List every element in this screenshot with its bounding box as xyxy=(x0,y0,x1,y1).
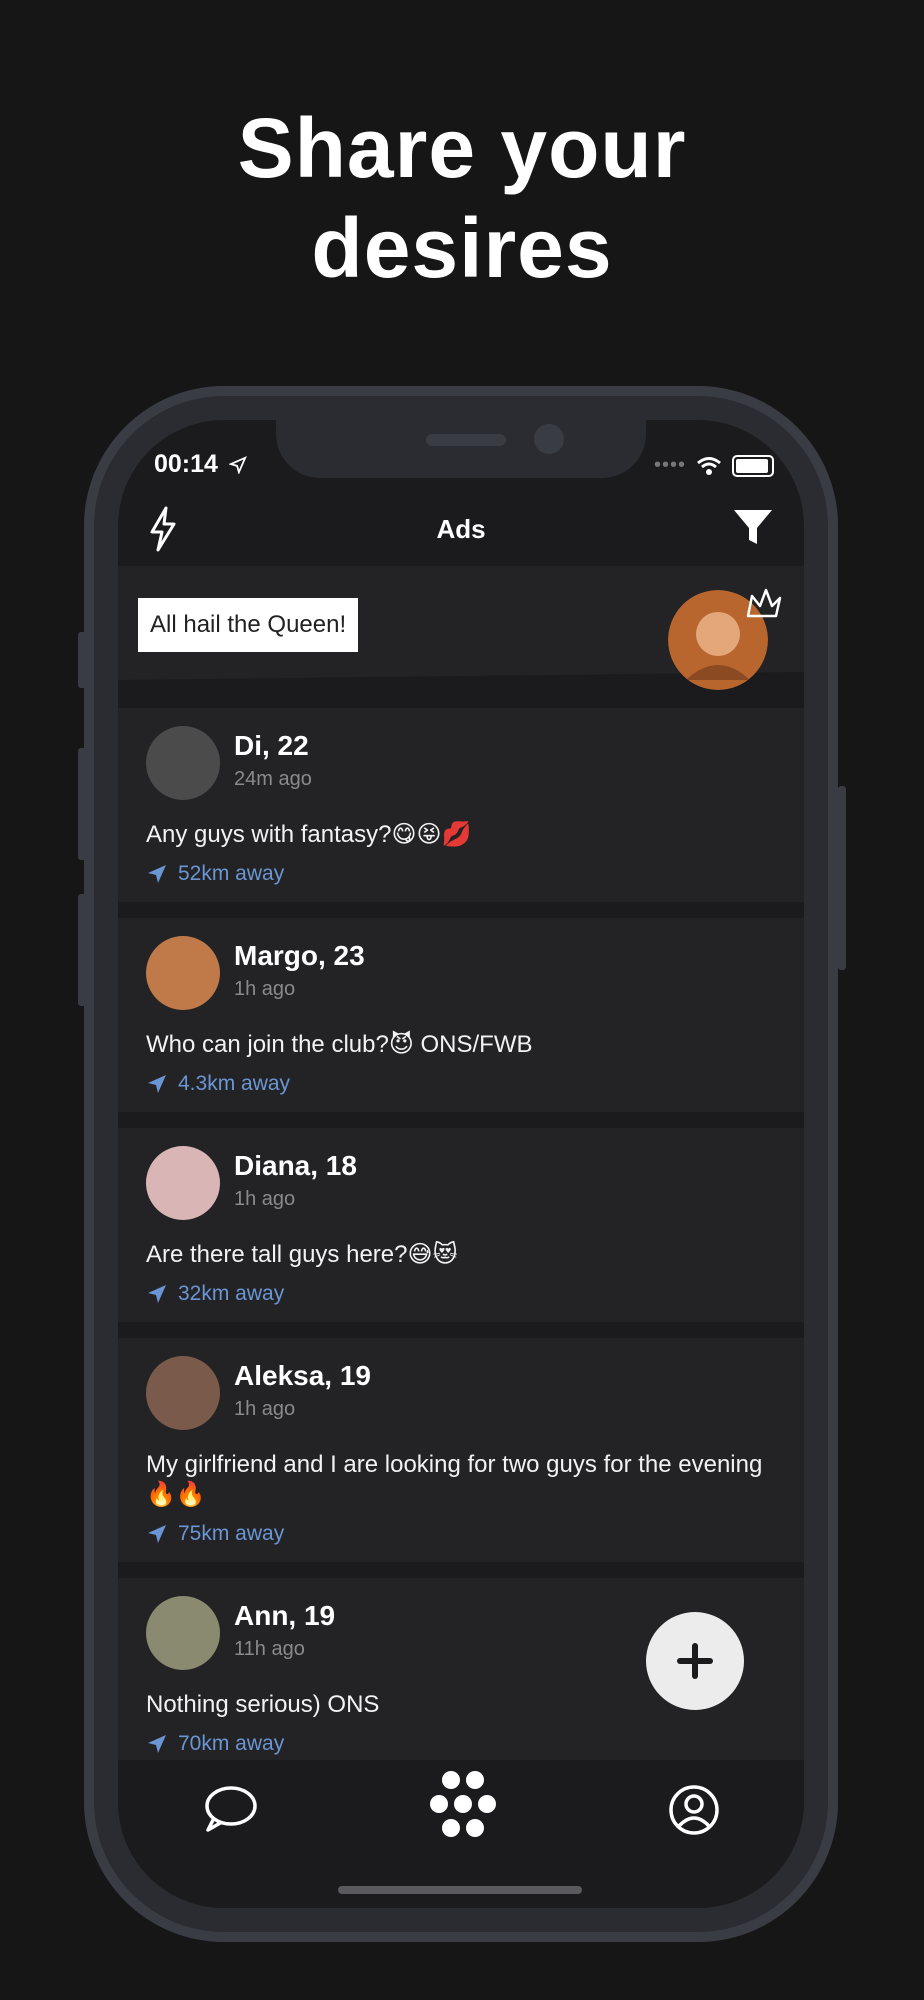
ad-card[interactable]: Aleksa, 19 1h ago My girlfriend and I ar… xyxy=(118,1338,804,1562)
location-arrow-icon xyxy=(148,1075,166,1093)
headline-line2: desires xyxy=(311,201,613,295)
speaker xyxy=(426,434,506,446)
ad-message: Who can join the club?😈 ONS/FWB xyxy=(146,1031,533,1058)
crown-icon xyxy=(746,588,782,618)
ad-distance-text: 32km away xyxy=(178,1282,285,1305)
phone-screen: 00:14 •••• Ads All hail the Queen! Di, 2… xyxy=(118,420,804,1908)
wifi-icon xyxy=(697,456,721,475)
ad-card[interactable]: Margo, 23 1h ago Who can join the club?😈… xyxy=(118,918,804,1112)
ad-name: Margo, 23 xyxy=(234,940,365,971)
ad-distance-text: 52km away xyxy=(178,862,285,885)
phone-side-button xyxy=(78,632,86,688)
ad-time: 1h ago xyxy=(234,1188,296,1210)
location-arrow-icon xyxy=(148,1735,166,1753)
phone-volume-down xyxy=(78,894,86,1006)
avatar[interactable] xyxy=(146,936,220,1010)
status-time-text: 00:14 xyxy=(154,450,218,478)
banner[interactable]: All hail the Queen! xyxy=(118,566,804,694)
ad-message: Are there tall guys here?😅😻 xyxy=(146,1241,458,1268)
status-time: 00:14 xyxy=(154,450,247,479)
status-right: •••• xyxy=(654,454,774,477)
ad-distance-text: 70km away xyxy=(178,1732,285,1755)
ad-distance: 32km away xyxy=(146,1282,776,1306)
ad-name: Di, 22 xyxy=(234,730,309,761)
ad-time: 1h ago xyxy=(234,978,296,1000)
phone-power-button xyxy=(838,786,846,970)
headline-line1: Share your xyxy=(237,101,687,195)
ad-time: 11h ago xyxy=(234,1638,305,1660)
ad-name: Ann, 19 xyxy=(234,1600,336,1631)
signal-dots: •••• xyxy=(653,454,686,476)
avatar[interactable] xyxy=(146,1146,220,1220)
location-arrow-icon xyxy=(228,456,247,475)
camera xyxy=(534,424,564,454)
ad-name: Diana, 18 xyxy=(234,1150,357,1181)
avatar[interactable] xyxy=(146,1596,220,1670)
ad-distance: 4.3km away xyxy=(146,1072,776,1096)
dots-cluster-icon[interactable] xyxy=(427,1770,499,1838)
phone-volume-up xyxy=(78,748,86,860)
chat-icon[interactable] xyxy=(202,1784,258,1836)
location-arrow-icon xyxy=(148,1525,166,1543)
ad-distance: 52km away xyxy=(146,862,776,886)
home-indicator xyxy=(338,1886,582,1894)
location-arrow-icon xyxy=(148,865,166,883)
add-ad-button[interactable] xyxy=(646,1612,744,1710)
banner-tag: All hail the Queen! xyxy=(138,598,359,652)
filter-icon[interactable] xyxy=(732,506,774,548)
location-arrow-icon xyxy=(148,1285,166,1303)
ad-message: Any guys with fantasy?😋😝💋 xyxy=(146,821,472,848)
ad-distance-text: 4.3km away xyxy=(178,1072,291,1095)
ad-card[interactable]: Di, 22 24m ago Any guys with fantasy?😋😝💋… xyxy=(118,708,804,902)
plus-icon xyxy=(677,1643,713,1679)
avatar[interactable] xyxy=(146,1356,220,1430)
notch xyxy=(276,420,646,478)
ad-message: My girlfriend and I are looking for two … xyxy=(146,1451,763,1508)
ad-time: 1h ago xyxy=(234,1398,296,1420)
headline: Share your desires xyxy=(0,98,924,298)
lightning-icon[interactable] xyxy=(148,506,178,552)
ad-distance: 70km away xyxy=(146,1732,776,1756)
avatar[interactable] xyxy=(146,726,220,800)
ad-name: Aleksa, 19 xyxy=(234,1360,371,1391)
ad-distance: 75km away xyxy=(146,1522,776,1546)
profile-icon[interactable] xyxy=(668,1784,720,1836)
nav-bar: Ads xyxy=(118,492,804,566)
ad-time: 24m ago xyxy=(234,768,312,790)
battery-icon xyxy=(732,454,774,477)
ad-card[interactable]: Diana, 18 1h ago Are there tall guys her… xyxy=(118,1128,804,1322)
nav-title: Ads xyxy=(436,513,486,544)
ad-distance-text: 75km away xyxy=(178,1522,285,1545)
